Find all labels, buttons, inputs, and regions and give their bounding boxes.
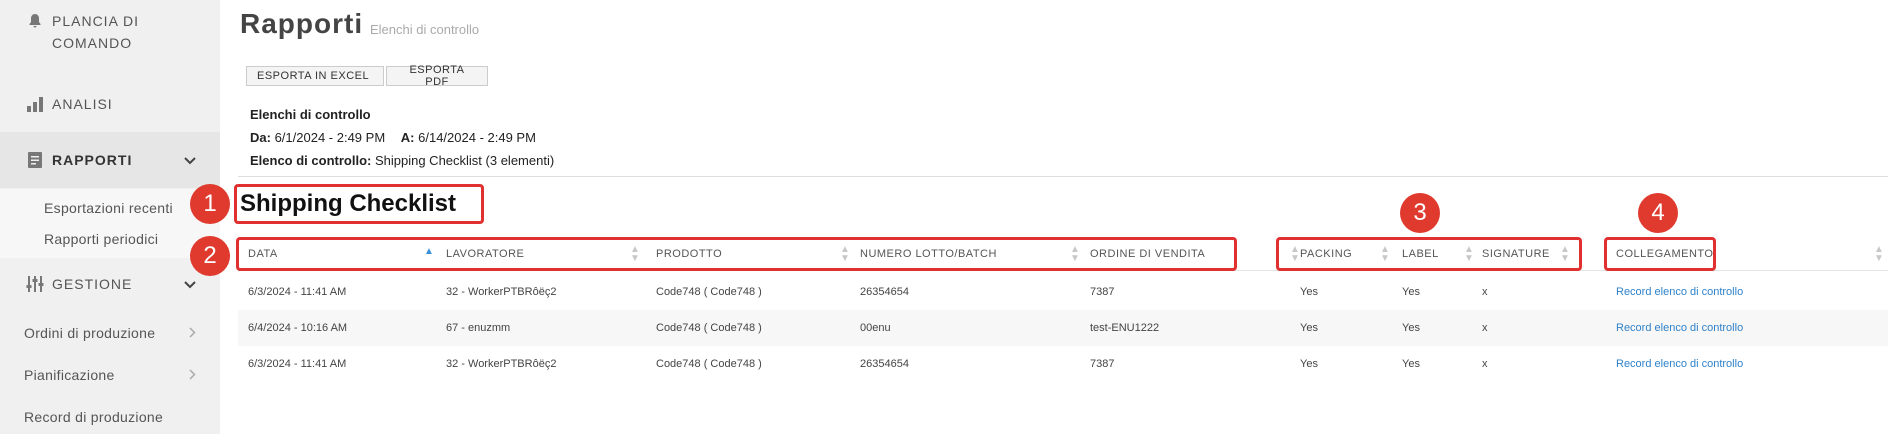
annotation-box-base-columns — [236, 237, 1237, 271]
table-row: 6/4/2024 - 10:16 AM 67 - enuzmm Code748 … — [238, 310, 1888, 346]
export-excel-button[interactable]: ESPORTA IN EXCEL — [246, 66, 384, 86]
cell-date: 6/3/2024 - 11:41 AM — [248, 358, 347, 370]
cell-date: 6/3/2024 - 11:41 AM — [248, 286, 347, 298]
sidebar-subitem-periodic-reports[interactable]: Rapporti periodici — [0, 220, 220, 258]
report-date-range: Da: 6/1/2024 - 2:49 PM A: 6/14/2024 - 2:… — [250, 130, 536, 145]
cell-sales-order: 7387 — [1090, 358, 1115, 370]
sidebar-item-label: RAPPORTI — [52, 152, 133, 168]
annotation-box-checklist-items — [1276, 237, 1582, 271]
cell-label: Yes — [1402, 358, 1420, 370]
cell-lot-batch: 00enu — [860, 322, 891, 334]
date-from-value: 6/1/2024 - 2:49 PM — [274, 130, 386, 145]
sidebar-item-management[interactable]: GESTIONE — [0, 268, 220, 300]
sidebar-subitem-label: Rapporti periodici — [44, 231, 159, 247]
annotation-badge-3: 3 — [1400, 193, 1440, 233]
document-icon — [24, 149, 46, 171]
chevron-right-icon — [189, 325, 196, 341]
report-info-heading: Elenchi di controllo — [250, 107, 371, 122]
sidebar-item-reports[interactable]: RAPPORTI — [0, 132, 220, 188]
checklist-record-link[interactable]: Record elenco di controllo — [1616, 346, 1743, 382]
cell-label: Yes — [1402, 322, 1420, 334]
date-to-label: A: — [400, 130, 415, 145]
annotation-badge-2: 2 — [190, 236, 230, 276]
cell-lot-batch: 26354654 — [860, 358, 909, 370]
chevron-right-icon — [189, 367, 196, 383]
annotation-box-title — [234, 184, 484, 224]
sidebar-link-label: Ordini di produzione — [24, 325, 156, 341]
bar-chart-icon — [24, 93, 46, 115]
cell-product: Code748 ( Code748 ) — [656, 358, 762, 370]
cell-product: Code748 ( Code748 ) — [656, 322, 762, 334]
date-from-label: Da: — [250, 130, 271, 145]
cell-worker: 32 - WorkerPTBRôëç2 — [446, 286, 557, 298]
cell-sales-order: 7387 — [1090, 286, 1115, 298]
cell-signature: x — [1482, 322, 1488, 334]
sort-icon[interactable]: ▲ ▼ — [1874, 245, 1884, 264]
sidebar-subitem-label: Esportazioni recenti — [44, 200, 173, 216]
checklist-record-link[interactable]: Record elenco di controllo — [1616, 274, 1743, 310]
cell-date: 6/4/2024 - 10:16 AM — [248, 322, 348, 334]
sidebar-item-label: PLANCIA DI COMANDO — [52, 13, 140, 51]
report-info-heading-text: Elenchi di controllo — [250, 107, 371, 122]
checklist-label: Elenco di controllo: — [250, 153, 372, 168]
annotation-badge-4: 4 — [1638, 193, 1678, 233]
bell-icon — [24, 10, 46, 32]
cell-signature: x — [1482, 358, 1488, 370]
sidebar: PLANCIA DI COMANDO ANALISI RAPPORTI Espo… — [0, 0, 220, 434]
divider — [238, 176, 1888, 177]
cell-packing: Yes — [1300, 358, 1318, 370]
checklist-record-link[interactable]: Record elenco di controllo — [1616, 310, 1743, 346]
cell-label: Yes — [1402, 286, 1420, 298]
table-row: 6/3/2024 - 11:41 AM 32 - WorkerPTBRôëç2 … — [238, 346, 1888, 382]
table-row: 6/3/2024 - 11:41 AM 32 - WorkerPTBRôëç2 … — [238, 274, 1888, 310]
cell-product: Code748 ( Code748 ) — [656, 286, 762, 298]
annotation-box-link-column — [1604, 237, 1716, 271]
sidebar-item-dashboard[interactable]: PLANCIA DI COMANDO — [0, 10, 220, 62]
annotation-badge-1: 1 — [190, 184, 230, 224]
chevron-down-icon — [184, 276, 196, 292]
page-subtitle: Elenchi di controllo — [370, 22, 480, 37]
checklist-value: Shipping Checklist (3 elementi) — [374, 153, 555, 168]
sidebar-link-label: Pianificazione — [24, 367, 115, 383]
page-title: Rapporti — [240, 8, 364, 39]
chevron-down-icon — [184, 152, 196, 168]
sliders-icon — [24, 273, 46, 295]
sidebar-link-production-orders[interactable]: Ordini di produzione — [0, 314, 220, 352]
cell-lot-batch: 26354654 — [860, 286, 909, 298]
sidebar-item-label: GESTIONE — [52, 276, 133, 292]
sidebar-link-label: Record di produzione — [24, 409, 164, 425]
sidebar-link-planning[interactable]: Pianificazione — [0, 356, 220, 394]
sidebar-item-analytics[interactable]: ANALISI — [0, 88, 220, 120]
cell-packing: Yes — [1300, 286, 1318, 298]
sidebar-link-production-records[interactable]: Record di produzione — [0, 398, 220, 434]
report-checklist-info: Elenco di controllo: Shipping Checklist … — [250, 153, 554, 168]
sidebar-item-label: ANALISI — [52, 96, 113, 112]
export-pdf-button[interactable]: ESPORTA PDF — [386, 64, 488, 88]
main-content: Rapporti Elenchi di controllo ESPORTA IN… — [190, 0, 1888, 434]
cell-worker: 67 - enuzmm — [446, 322, 511, 334]
cell-sales-order: test-ENU1222 — [1090, 322, 1160, 334]
cell-packing: Yes — [1300, 322, 1318, 334]
date-to-value: 6/14/2024 - 2:49 PM — [418, 130, 536, 145]
cell-signature: x — [1482, 286, 1488, 298]
cell-worker: 32 - WorkerPTBRôëç2 — [446, 358, 557, 370]
